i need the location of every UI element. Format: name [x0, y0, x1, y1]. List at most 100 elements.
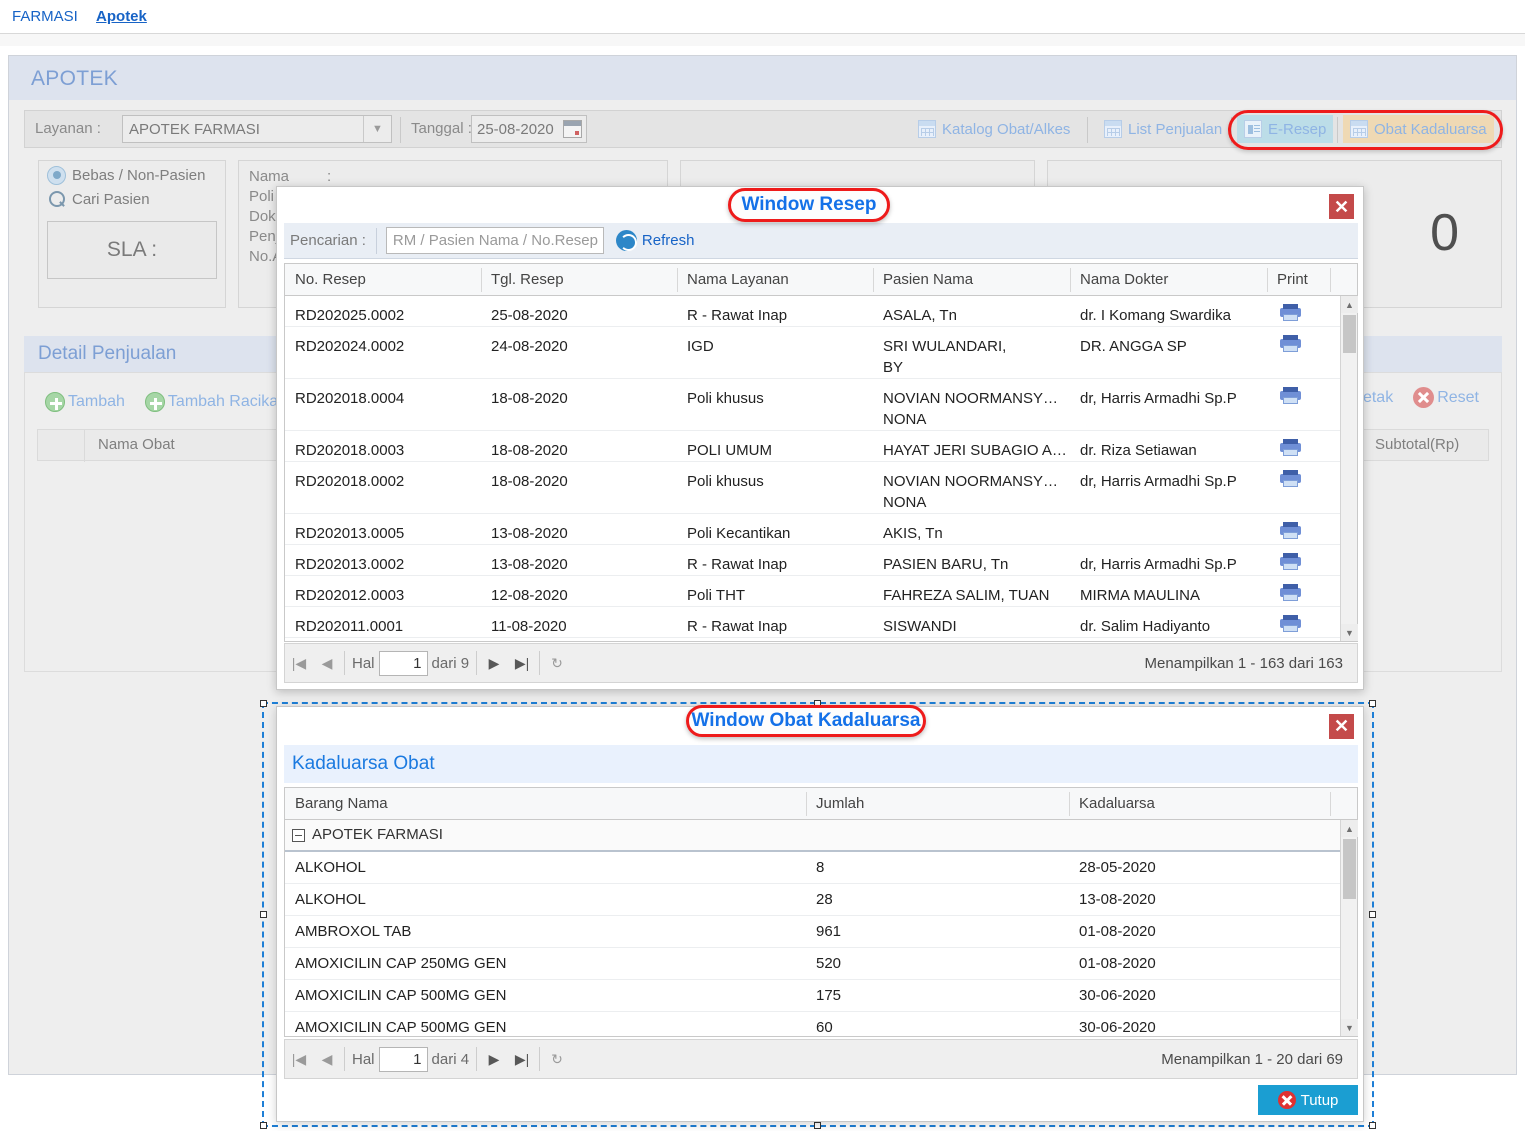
layanan-select[interactable]: APOTEK FARMASI ▼ — [122, 115, 392, 143]
col-jumlah[interactable]: Jumlah — [816, 795, 864, 812]
scroll-up-icon[interactable]: ▲ — [1341, 820, 1358, 837]
pager-prev-button[interactable]: ◀ — [313, 649, 341, 677]
group-label: APOTEK FARMASI — [312, 826, 443, 843]
cell-no_resep: RD202018.0003 — [295, 442, 405, 459]
pager-prev-button[interactable]: ◀ — [313, 1045, 341, 1073]
pager-first-button[interactable]: |◀ — [285, 1045, 313, 1073]
pager-reload-icon[interactable]: ↻ — [543, 1045, 571, 1073]
plus-icon — [144, 392, 165, 412]
pager-last-button[interactable]: ▶| — [508, 1045, 536, 1073]
cell-no_resep: RD202018.0004 — [295, 390, 405, 407]
resep-vertical-scrollbar[interactable]: ▲ ▼ — [1340, 296, 1358, 641]
close-icon[interactable]: ✕ — [1329, 714, 1354, 739]
cell-pasien: NOVIAN NOORMANSY… NONA — [883, 390, 1059, 428]
pager-page-input[interactable]: 1 — [378, 1046, 428, 1072]
group-row[interactable]: APOTEK FARMASI — [285, 820, 1357, 852]
table-row[interactable]: RD202018.0003 18-08-2020 POLI UMUM HAYAT JE… — [285, 431, 1357, 462]
total-value: 0 — [1430, 204, 1459, 262]
reset-button[interactable]: Reset — [1413, 387, 1479, 408]
pager-page-input[interactable]: 1 — [378, 650, 428, 676]
table-row[interactable]: RD202013.0005 13-08-2020 Poli Kecantikan AK… — [285, 514, 1357, 545]
table-row[interactable]: ALKOHOL 8 28-05-2020 — [285, 852, 1357, 884]
col-kadaluarsa[interactable]: Kadaluarsa — [1079, 795, 1155, 812]
table-row[interactable]: RD202012.0003 12-08-2020 Poli THT FAHREZA S… — [285, 576, 1357, 607]
table-row[interactable]: AMOXICILIN CAP 500MG GEN 60 30-06-2020 — [285, 1012, 1357, 1036]
avatar-icon — [47, 166, 66, 185]
cell-layanan: POLI UMUM — [687, 442, 773, 459]
table-row[interactable]: RD202013.0002 13-08-2020 R - Rawat Inap PAS… — [285, 545, 1357, 576]
katalog-obat-alkes-button[interactable]: Katalog Obat/Alkes — [911, 115, 1077, 143]
cell-layanan: Poli khusus — [687, 390, 764, 407]
print-icon[interactable] — [1280, 470, 1301, 487]
scroll-down-icon[interactable]: ▼ — [1341, 1019, 1358, 1036]
cell-jumlah: 961 — [816, 923, 842, 940]
scroll-thumb[interactable] — [1343, 315, 1356, 353]
breadcrumb-root[interactable]: FARMASI — [12, 8, 78, 25]
resep-search-input[interactable]: RM / Pasien Nama / No.Resep — [385, 227, 604, 254]
print-icon[interactable] — [1280, 553, 1301, 570]
pager-next-button[interactable]: ▶ — [480, 1045, 508, 1073]
chevron-down-icon[interactable]: ▼ — [363, 116, 391, 142]
pager-last-button[interactable]: ▶| — [508, 649, 536, 677]
cari-pasien-option[interactable]: Cari Pasien — [39, 185, 225, 209]
table-row[interactable]: AMOXICILIN CAP 500MG GEN 175 30-06-2020 — [285, 980, 1357, 1012]
cell-nama: AMOXICILIN CAP 250MG GEN — [295, 955, 507, 972]
bebas-non-pasien-option[interactable]: Bebas / Non-Pasien — [39, 161, 225, 185]
close-icon[interactable]: ✕ — [1329, 194, 1354, 219]
col-nama-layanan[interactable]: Nama Layanan — [687, 271, 789, 288]
table-row[interactable]: ALKOHOL 28 13-08-2020 — [285, 884, 1357, 916]
grid-icon — [918, 120, 936, 138]
table-row[interactable]: RD202018.0004 18-08-2020 Poli khusus NOVIAN… — [285, 379, 1357, 431]
tanggal-input[interactable]: 25-08-2020 — [471, 115, 587, 143]
cell-no_resep: RD202018.0002 — [295, 473, 405, 490]
cell-kadaluarsa: 28-05-2020 — [1079, 859, 1156, 876]
table-row[interactable]: RD202018.0002 18-08-2020 Poli khusus NOVIAN… — [285, 462, 1357, 514]
calendar-icon[interactable] — [563, 120, 582, 138]
col-barang-nama[interactable]: Barang Nama — [295, 795, 388, 812]
table-row[interactable]: RD202025.0002 25-08-2020 R - Rawat Inap ASA… — [285, 296, 1357, 327]
table-row[interactable]: RD202011.0001 11-08-2020 R - Rawat Inap SIS… — [285, 607, 1357, 638]
tutup-button[interactable]: Tutup — [1258, 1085, 1358, 1115]
table-row[interactable]: AMOXICILIN CAP 250MG GEN 520 01-08-2020 — [285, 948, 1357, 980]
pager-reload-icon[interactable]: ↻ — [543, 649, 571, 677]
pager-first-button[interactable]: |◀ — [285, 649, 313, 677]
table-row[interactable]: RD202024.0002 24-08-2020 IGD SRI WULANDARI,… — [285, 327, 1357, 379]
breadcrumb-current[interactable]: Apotek — [96, 8, 147, 25]
col-pasien-nama[interactable]: Pasien Nama — [883, 271, 973, 288]
print-icon[interactable] — [1280, 387, 1301, 404]
scroll-thumb[interactable] — [1343, 839, 1356, 899]
refresh-icon[interactable] — [615, 230, 637, 251]
col-print[interactable]: Print — [1277, 271, 1308, 288]
scroll-up-icon[interactable]: ▲ — [1341, 296, 1358, 313]
resep-grid-header: No. Resep Tgl. Resep Nama Layanan Pasien… — [285, 264, 1357, 296]
tambah-button[interactable]: Tambah — [45, 392, 125, 412]
print-icon[interactable] — [1280, 439, 1301, 456]
list-penjualan-button[interactable]: List Penjualan — [1097, 115, 1229, 143]
sla-display: SLA : — [47, 221, 217, 279]
pager-hal-label: Hal — [352, 1050, 375, 1068]
sla-label: SLA : — [106, 238, 158, 261]
cell-tgl: 25-08-2020 — [491, 307, 568, 324]
kadaluarsa-vertical-scrollbar[interactable]: ▲ ▼ — [1340, 820, 1358, 1036]
kadaluarsa-grid-header: Barang Nama Jumlah Kadaluarsa — [285, 788, 1357, 820]
print-icon[interactable] — [1280, 304, 1301, 321]
col-no-resep[interactable]: No. Resep — [295, 271, 366, 288]
cell-dokter: dr, Harris Armadhi Sp.P — [1080, 390, 1237, 407]
table-row[interactable]: AMBROXOL TAB 961 01-08-2020 — [285, 916, 1357, 948]
print-icon[interactable] — [1280, 584, 1301, 601]
scroll-down-icon[interactable]: ▼ — [1341, 624, 1358, 641]
pager-next-button[interactable]: ▶ — [480, 649, 508, 677]
print-icon[interactable] — [1280, 522, 1301, 539]
cell-pasien: ASALA, Tn — [883, 307, 957, 324]
collapse-icon[interactable] — [292, 829, 305, 842]
refresh-label[interactable]: Refresh — [642, 232, 695, 249]
tambah-racikan-button[interactable]: Tambah Racikan — [144, 392, 287, 412]
cell-tgl: 18-08-2020 — [491, 442, 568, 459]
patient-select-panel: Bebas / Non-Pasien Cari Pasien SLA : — [38, 160, 226, 308]
col-nama-dokter[interactable]: Nama Dokter — [1080, 271, 1168, 288]
print-icon[interactable] — [1280, 335, 1301, 352]
col-tgl-resep[interactable]: Tgl. Resep — [491, 271, 564, 288]
cell-dokter: dr, Harris Armadhi Sp.P — [1080, 473, 1237, 490]
print-icon[interactable] — [1280, 615, 1301, 632]
katalog-label: Katalog Obat/Alkes — [942, 120, 1071, 138]
